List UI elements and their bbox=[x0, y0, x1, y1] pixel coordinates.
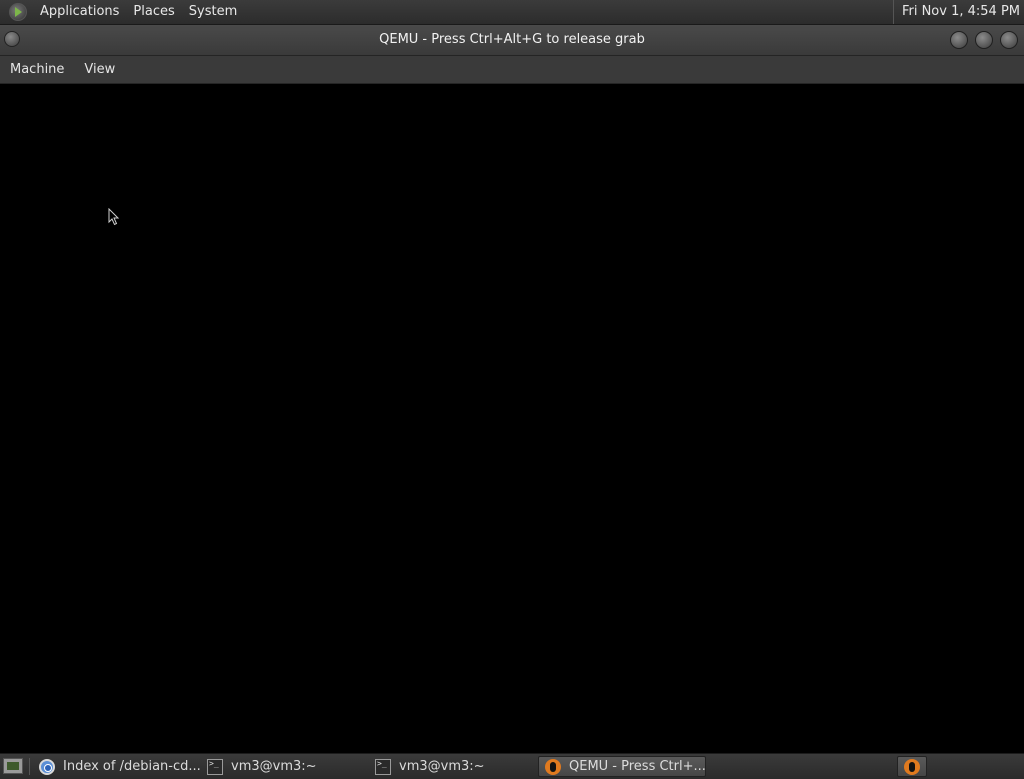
view-menu[interactable]: View bbox=[74, 56, 125, 83]
system-menu[interactable]: System bbox=[182, 0, 244, 24]
window-titlebar[interactable]: QEMU - Press Ctrl+Alt+G to release grab bbox=[0, 25, 1024, 56]
applications-menu[interactable]: Applications bbox=[33, 0, 126, 24]
machine-menu[interactable]: Machine bbox=[0, 56, 74, 83]
task-browser[interactable]: Index of /debian-cd... bbox=[33, 756, 201, 777]
tray-qemu-button[interactable] bbox=[897, 756, 927, 777]
task-label: vm3@vm3:~ bbox=[231, 759, 317, 774]
clock[interactable]: Fri Nov 1, 4:54 PM bbox=[892, 0, 1020, 24]
qemu-menubar: Machine View bbox=[0, 56, 1024, 84]
task-label: Index of /debian-cd... bbox=[63, 759, 201, 774]
main-menu-icon[interactable] bbox=[9, 3, 27, 21]
chrome-icon bbox=[39, 758, 55, 775]
top-panel: Applications Places System Fri Nov 1, 4:… bbox=[0, 0, 1024, 25]
task-qemu[interactable]: QEMU - Press Ctrl+... bbox=[538, 756, 706, 777]
close-button[interactable] bbox=[1000, 31, 1018, 49]
qemu-icon bbox=[545, 758, 561, 775]
terminal-icon bbox=[375, 758, 391, 775]
task-label: vm3@vm3:~ bbox=[399, 759, 485, 774]
places-menu[interactable]: Places bbox=[126, 0, 181, 24]
maximize-button[interactable] bbox=[975, 31, 993, 49]
mouse-pointer-icon bbox=[108, 208, 120, 226]
show-desktop-icon[interactable] bbox=[3, 758, 23, 774]
window-title: QEMU - Press Ctrl+Alt+G to release grab bbox=[379, 32, 645, 47]
terminal-icon bbox=[207, 758, 223, 775]
task-label: QEMU - Press Ctrl+... bbox=[569, 759, 706, 774]
task-terminal-2[interactable]: vm3@vm3:~ bbox=[369, 756, 537, 777]
qemu-icon bbox=[904, 759, 920, 775]
minimize-button[interactable] bbox=[950, 31, 968, 49]
task-terminal-1[interactable]: vm3@vm3:~ bbox=[201, 756, 369, 777]
bottom-panel: Index of /debian-cd... vm3@vm3:~ vm3@vm3… bbox=[0, 753, 1024, 779]
panel-separator bbox=[29, 758, 30, 775]
vm-display[interactable] bbox=[0, 84, 1024, 753]
